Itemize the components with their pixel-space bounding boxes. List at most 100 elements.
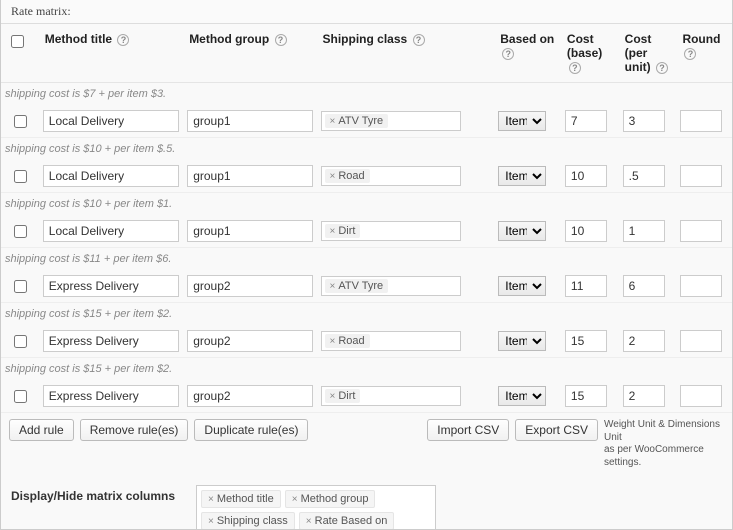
row-checkbox[interactable]: [14, 280, 27, 293]
method-group-input[interactable]: [187, 110, 312, 132]
header-shipping-class-label: Shipping class: [323, 32, 408, 46]
based-on-select[interactable]: Item: [498, 331, 546, 351]
remove-rule-button[interactable]: Remove rule(es): [80, 419, 189, 441]
method-title-input[interactable]: [43, 330, 179, 352]
round-input[interactable]: [680, 110, 722, 132]
help-icon[interactable]: ?: [684, 48, 696, 60]
close-icon[interactable]: ×: [208, 494, 214, 505]
tag-label: Dirt: [338, 225, 355, 237]
close-icon[interactable]: ×: [330, 226, 336, 237]
help-icon[interactable]: ?: [656, 62, 668, 74]
column-tag[interactable]: ×Rate Based on: [299, 512, 395, 530]
add-rule-button[interactable]: Add rule: [9, 419, 74, 441]
cost-unit-input[interactable]: [623, 275, 665, 297]
select-all-checkbox[interactable]: [11, 35, 24, 48]
round-input[interactable]: [680, 275, 722, 297]
shipping-class-tag[interactable]: ×ATV Tyre: [325, 279, 389, 293]
cost-base-input[interactable]: [565, 330, 607, 352]
header-select-all[interactable]: [1, 24, 39, 83]
row-description-text: shipping cost is $15 + per item $2.: [1, 303, 732, 326]
based-on-select[interactable]: Item: [498, 276, 546, 296]
shipping-class-tagbox[interactable]: ×Dirt: [321, 221, 461, 241]
method-title-input[interactable]: [43, 165, 179, 187]
help-icon[interactable]: ?: [502, 48, 514, 60]
export-csv-button[interactable]: Export CSV: [515, 419, 598, 441]
header-method-title-label: Method title: [45, 32, 112, 46]
round-input[interactable]: [680, 330, 722, 352]
cost-unit-input[interactable]: [623, 330, 665, 352]
close-icon[interactable]: ×: [306, 516, 312, 527]
help-icon[interactable]: ?: [117, 34, 129, 46]
import-csv-button[interactable]: Import CSV: [427, 419, 509, 441]
shipping-class-tag[interactable]: ×Road: [325, 169, 370, 183]
method-title-input[interactable]: [43, 220, 179, 242]
columns-tagbox[interactable]: ×Method title×Method group×Shipping clas…: [196, 485, 436, 530]
based-on-select[interactable]: Item: [498, 386, 546, 406]
cost-unit-input[interactable]: [623, 110, 665, 132]
shipping-class-tagbox[interactable]: ×ATV Tyre: [321, 276, 461, 296]
cost-unit-input[interactable]: [623, 385, 665, 407]
shipping-class-tag[interactable]: ×Dirt: [325, 389, 361, 403]
header-method-group: Method group ?: [183, 24, 316, 83]
based-on-select[interactable]: Item: [498, 166, 546, 186]
header-based-on: Based on ?: [494, 24, 561, 83]
help-icon[interactable]: ?: [413, 34, 425, 46]
row-checkbox[interactable]: [14, 335, 27, 348]
header-cost-unit-label: Cost (per unit): [625, 32, 652, 74]
close-icon[interactable]: ×: [330, 281, 336, 292]
row-description-text: shipping cost is $15 + per item $2.: [1, 358, 732, 381]
column-tag[interactable]: ×Shipping class: [201, 512, 295, 530]
method-title-input[interactable]: [43, 275, 179, 297]
column-tag[interactable]: ×Method group: [285, 490, 376, 508]
round-input[interactable]: [680, 220, 722, 242]
rate-matrix-panel: Rate matrix: Method title ? Method group…: [0, 0, 733, 530]
help-icon[interactable]: ?: [569, 62, 581, 74]
shipping-class-tag[interactable]: ×Road: [325, 334, 370, 348]
method-group-input[interactable]: [187, 275, 312, 297]
row-checkbox[interactable]: [14, 225, 27, 238]
round-input[interactable]: [680, 165, 722, 187]
close-icon[interactable]: ×: [330, 391, 336, 402]
close-icon[interactable]: ×: [292, 494, 298, 505]
close-icon[interactable]: ×: [330, 171, 336, 182]
based-on-select[interactable]: Item: [498, 221, 546, 241]
shipping-class-tagbox[interactable]: ×Road: [321, 331, 461, 351]
tag-label: Road: [338, 335, 364, 347]
header-round: Round ?: [676, 24, 732, 83]
tag-label: Shipping class: [217, 515, 288, 527]
row-checkbox[interactable]: [14, 115, 27, 128]
method-group-input[interactable]: [187, 165, 312, 187]
method-title-input[interactable]: [43, 110, 179, 132]
close-icon[interactable]: ×: [330, 336, 336, 347]
method-group-input[interactable]: [187, 330, 312, 352]
shipping-class-tagbox[interactable]: ×Road: [321, 166, 461, 186]
method-title-input[interactable]: [43, 385, 179, 407]
row-description: shipping cost is $15 + per item $2.: [1, 303, 732, 326]
csv-note-line2: as per WooCommerce settings.: [604, 444, 704, 468]
duplicate-rule-button[interactable]: Duplicate rule(es): [194, 419, 308, 441]
column-tag[interactable]: ×Method title: [201, 490, 281, 508]
close-icon[interactable]: ×: [330, 116, 336, 127]
method-group-input[interactable]: [187, 385, 312, 407]
cost-base-input[interactable]: [565, 110, 607, 132]
based-on-select[interactable]: Item: [498, 111, 546, 131]
cost-unit-input[interactable]: [623, 165, 665, 187]
cost-base-input[interactable]: [565, 275, 607, 297]
row-checkbox[interactable]: [14, 390, 27, 403]
cost-base-input[interactable]: [565, 165, 607, 187]
csv-note-line1: Weight Unit & Dimensions Unit: [604, 419, 720, 443]
close-icon[interactable]: ×: [208, 516, 214, 527]
cost-base-input[interactable]: [565, 220, 607, 242]
shipping-class-tag[interactable]: ×ATV Tyre: [325, 114, 389, 128]
cost-base-input[interactable]: [565, 385, 607, 407]
shipping-class-tag[interactable]: ×Dirt: [325, 224, 361, 238]
row-description: shipping cost is $10 + per item $.5.: [1, 138, 732, 161]
shipping-class-tagbox[interactable]: ×ATV Tyre: [321, 111, 461, 131]
row-description-text: shipping cost is $11 + per item $6.: [1, 248, 732, 271]
help-icon[interactable]: ?: [275, 34, 287, 46]
row-checkbox[interactable]: [14, 170, 27, 183]
shipping-class-tagbox[interactable]: ×Dirt: [321, 386, 461, 406]
method-group-input[interactable]: [187, 220, 312, 242]
round-input[interactable]: [680, 385, 722, 407]
cost-unit-input[interactable]: [623, 220, 665, 242]
